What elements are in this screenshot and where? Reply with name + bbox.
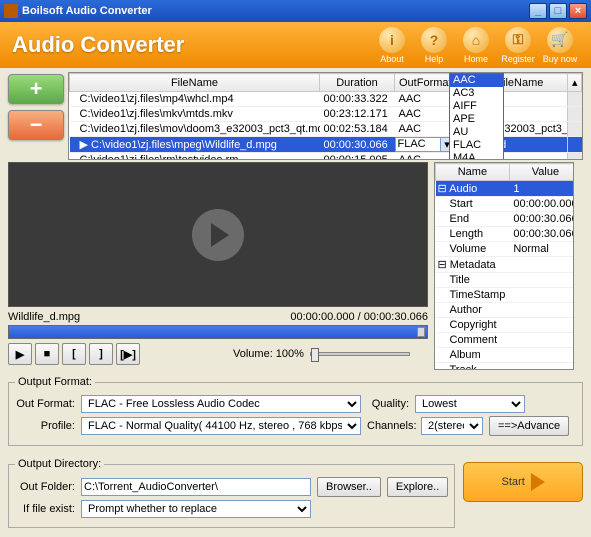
preview-play-icon[interactable] [192,209,244,261]
table-row[interactable]: C:\video1\zj.files\mov\doom3_e32003_pct3… [70,122,582,137]
preview-time: 00:00:00.000 / 00:00:30.066 [290,311,428,323]
close-button[interactable]: × [569,3,587,19]
props-col-value[interactable]: Value [509,164,574,181]
if-exist-label: If file exist: [15,503,75,515]
window-title: Boilsoft Audio Converter [22,5,529,17]
format-option[interactable]: AIFF [450,100,503,113]
props-row[interactable]: Title [436,273,575,288]
mark-out-button[interactable]: ] [89,343,113,365]
props-row[interactable]: Start00:00:00.000 [436,197,575,212]
advance-button[interactable]: ==>Advance [489,416,569,436]
maximize-button[interactable]: □ [549,3,567,19]
props-row[interactable]: Author [436,303,575,318]
profile-select[interactable]: FLAC - Normal Quality( 44100 Hz, stereo … [81,417,361,435]
col-outformat[interactable]: OutFormat [395,74,455,92]
header-register-button[interactable]: ⚿Register [499,27,537,64]
format-option[interactable]: APE [450,113,503,126]
add-file-button[interactable]: + [8,74,64,104]
output-format-group: Output Format: Out Format: FLAC - Free L… [8,376,583,446]
remove-file-button[interactable]: − [8,110,64,140]
play-selection-button[interactable]: [▶] [116,343,140,365]
volume-thumb[interactable] [311,348,319,362]
outformat-dropdown[interactable]: AACAC3AIFFAPEAUFLACM4AM4RMKAMP2 [449,73,504,160]
col-duration[interactable]: Duration [320,74,395,92]
stop-button[interactable]: ■ [35,343,59,365]
about-icon: i [379,27,405,53]
format-option[interactable]: AAC [450,74,503,87]
seek-thumb[interactable] [417,327,425,337]
table-row[interactable]: ▶ C:\video1\zj.files\mpeg\Wildlife_d.mpg… [70,137,582,153]
app-title: Audio Converter [12,32,373,58]
props-row[interactable]: VolumeNormal [436,242,575,257]
out-format-select[interactable]: FLAC - Free Lossless Audio Codec [81,395,361,413]
quality-label: Quality: [367,398,409,410]
start-label: Start [502,476,525,488]
app-icon [4,4,18,18]
format-option[interactable]: M4A [450,152,503,160]
home-icon: ⌂ [463,27,489,53]
table-row[interactable]: C:\video1\zj.files\mp4\whcl.mp400:00:33.… [70,92,582,107]
output-directory-legend: Output Directory: [15,458,104,470]
header-help-button[interactable]: ?Help [415,27,453,64]
out-folder-input[interactable] [81,478,311,496]
props-col-name[interactable]: Name [436,164,510,181]
register-icon: ⚿ [505,27,531,53]
properties-panel[interactable]: Name Value ⊟ Audio1Start00:00:00.000End0… [434,162,574,370]
props-row[interactable]: Track [436,363,575,371]
out-format-label: Out Format: [15,398,75,410]
props-row[interactable]: Album [436,348,575,363]
quality-select[interactable]: Lowest [415,395,525,413]
file-grid[interactable]: FileName Duration OutFormat OutFileName … [68,72,583,160]
video-preview [8,162,428,307]
format-option[interactable]: AC3 [450,87,503,100]
channels-label: Channels: [367,420,415,432]
props-category-metadata[interactable]: ⊟ Metadata [436,257,575,273]
volume-slider[interactable] [310,352,410,356]
props-row[interactable]: Copyright [436,318,575,333]
format-option[interactable]: FLAC [450,139,503,152]
out-folder-label: Out Folder: [15,481,75,493]
props-category-audio[interactable]: ⊟ Audio1 [436,181,575,197]
props-row[interactable]: Length00:00:30.066 [436,227,575,242]
output-format-legend: Output Format: [15,376,95,388]
props-row[interactable]: End00:00:30.066 [436,212,575,227]
col-filename[interactable]: FileName [70,74,320,92]
minimize-button[interactable]: _ [529,3,547,19]
channels-select[interactable]: 2(stereo) [421,417,483,435]
props-row[interactable]: Comment [436,333,575,348]
start-arrow-icon [531,473,545,491]
browse-button[interactable]: Browser.. [317,477,381,497]
output-directory-group: Output Directory: Out Folder: Browser.. … [8,458,455,528]
props-row[interactable]: TimeStamp [436,288,575,303]
seek-bar[interactable] [8,325,428,339]
play-button[interactable]: ▶ [8,343,32,365]
if-exist-select[interactable]: Prompt whether to replace [81,500,311,518]
buy-icon: 🛒 [547,27,573,53]
header-home-button[interactable]: ⌂Home [457,27,495,64]
table-row[interactable]: C:\video1\zj.files\rm\testvideo.rm00:00:… [70,153,582,161]
preview-filename: Wildlife_d.mpg [8,311,80,323]
mark-in-button[interactable]: [ [62,343,86,365]
help-icon: ? [421,27,447,53]
header-about-button[interactable]: iAbout [373,27,411,64]
grid-scroll-up[interactable]: ▴ [568,74,582,92]
profile-label: Profile: [15,420,75,432]
volume-label: Volume: 100% [233,348,304,360]
explore-button[interactable]: Explore.. [387,477,448,497]
format-option[interactable]: AU [450,126,503,139]
start-button[interactable]: Start [463,462,583,502]
header-buy-button[interactable]: 🛒Buy now [541,27,579,64]
table-row[interactable]: C:\video1\zj.files\mkv\mtds.mkv00:23:12.… [70,107,582,122]
